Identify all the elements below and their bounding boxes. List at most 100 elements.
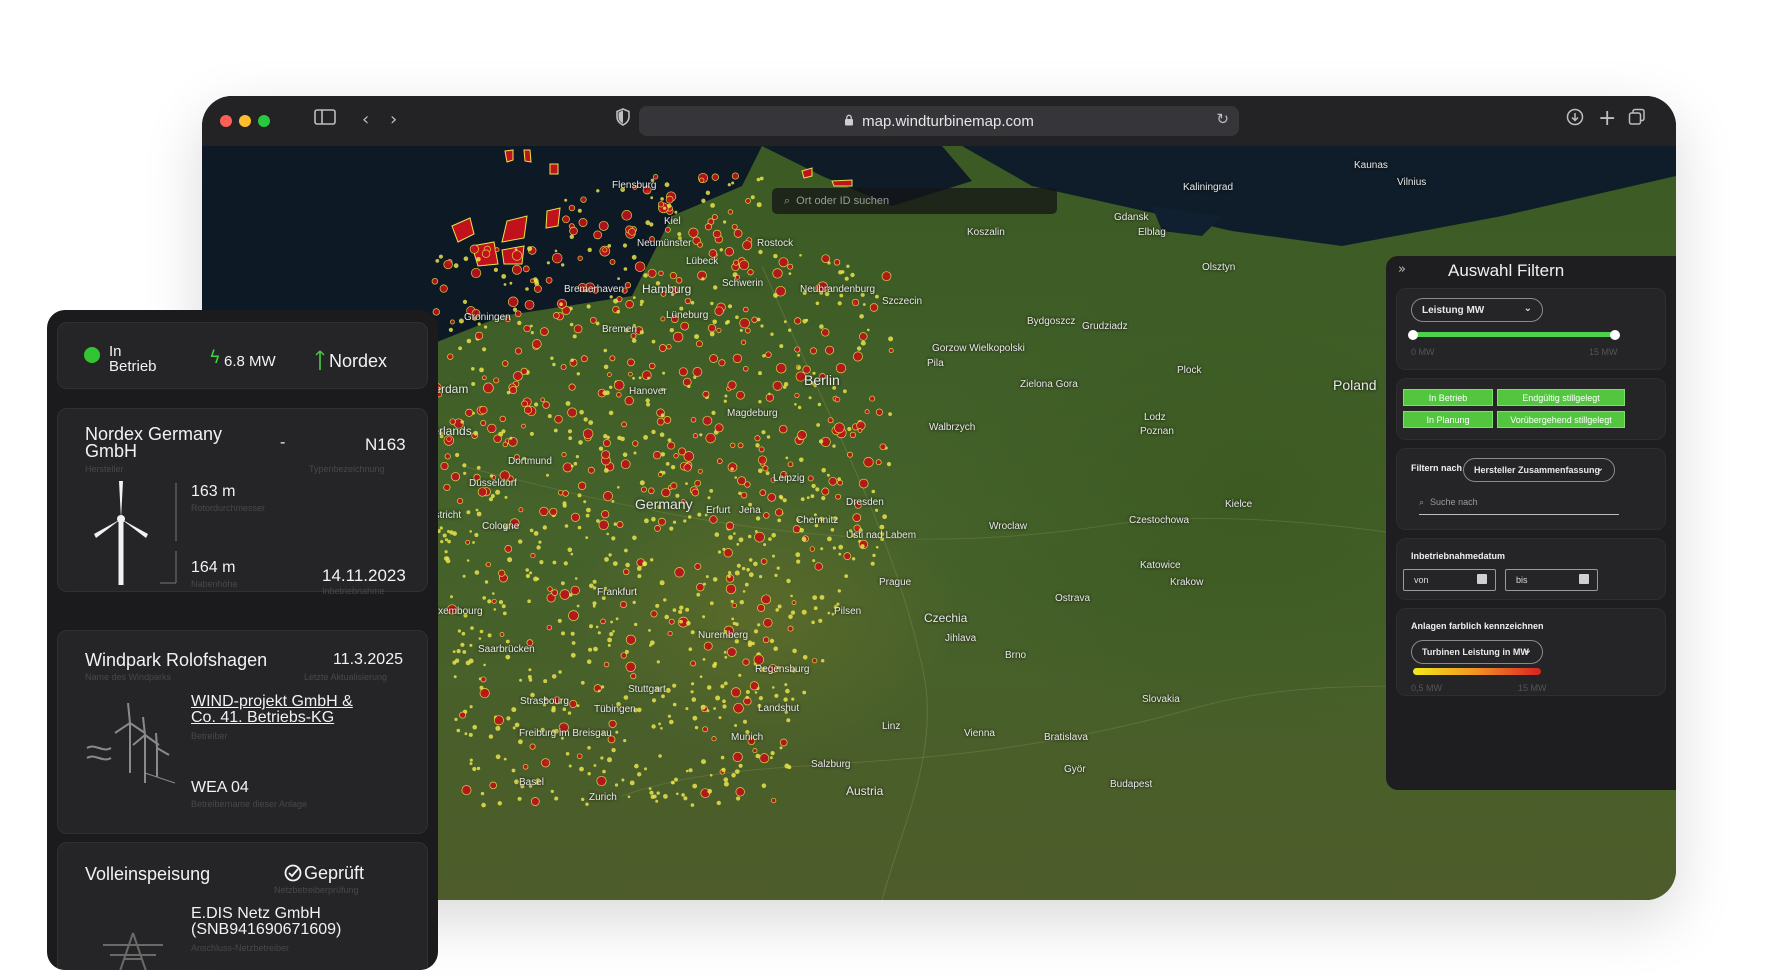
turbine-marker[interactable]	[587, 746, 591, 750]
turbine-marker[interactable]	[493, 715, 504, 726]
turbine-marker[interactable]	[627, 795, 631, 799]
turbine-marker[interactable]	[543, 679, 548, 684]
turbine-marker[interactable]	[609, 355, 616, 362]
turbine-marker[interactable]	[772, 268, 783, 279]
turbine-marker[interactable]	[554, 249, 558, 253]
turbine-marker[interactable]	[520, 367, 528, 375]
turbine-marker[interactable]	[439, 284, 448, 293]
turbine-marker[interactable]	[815, 487, 820, 492]
turbine-marker[interactable]	[674, 210, 678, 214]
turbine-marker[interactable]	[622, 452, 628, 458]
turbine-marker[interactable]	[506, 716, 511, 721]
turbine-marker[interactable]	[738, 673, 742, 677]
turbine-marker[interactable]	[588, 647, 593, 652]
turbine-marker[interactable]	[616, 521, 624, 529]
turbine-marker[interactable]	[552, 362, 556, 367]
turbine-marker[interactable]	[656, 417, 665, 426]
turbine-marker[interactable]	[665, 687, 671, 693]
turbine-marker[interactable]	[792, 648, 797, 654]
turbine-marker[interactable]	[825, 345, 835, 355]
turbine-marker[interactable]	[487, 599, 492, 604]
turbine-marker[interactable]	[632, 600, 636, 605]
reload-icon[interactable]: ↻	[1216, 110, 1229, 128]
turbine-marker[interactable]	[830, 528, 835, 532]
turbine-marker[interactable]	[498, 600, 504, 605]
turbine-marker[interactable]	[707, 496, 711, 500]
turbine-marker[interactable]	[669, 272, 677, 280]
turbine-marker[interactable]	[714, 532, 720, 537]
turbine-marker[interactable]	[558, 670, 562, 674]
turbine-marker[interactable]	[779, 738, 788, 747]
turbine-marker[interactable]	[838, 544, 844, 550]
turbine-marker[interactable]	[668, 618, 675, 625]
turbine-marker[interactable]	[611, 500, 615, 503]
turbine-marker[interactable]	[493, 608, 497, 611]
turbine-marker[interactable]	[834, 396, 841, 403]
status-in-planung-button[interactable]: In Planung	[1403, 411, 1493, 428]
turbine-marker[interactable]	[730, 467, 734, 471]
turbine-marker[interactable]	[561, 631, 565, 636]
turbine-marker[interactable]	[879, 443, 887, 451]
turbine-marker[interactable]	[625, 634, 636, 645]
turbine-marker[interactable]	[658, 344, 667, 352]
turbine-marker[interactable]	[469, 758, 473, 762]
turbine-marker[interactable]	[706, 685, 712, 690]
turbine-marker[interactable]	[678, 609, 683, 614]
turbine-marker[interactable]	[742, 240, 753, 251]
turbine-marker[interactable]	[695, 340, 703, 348]
turbine-marker[interactable]	[511, 707, 517, 713]
turbine-marker[interactable]	[758, 446, 765, 453]
turbine-marker[interactable]	[787, 461, 794, 468]
address-bar[interactable]: map.windturbinemap.com ↻	[639, 106, 1239, 136]
turbine-marker[interactable]	[488, 734, 494, 739]
turbine-marker[interactable]	[850, 272, 855, 278]
turbine-marker[interactable]	[783, 697, 788, 702]
turbine-marker[interactable]	[462, 463, 467, 468]
turbine-marker[interactable]	[838, 552, 842, 556]
turbine-marker[interactable]	[611, 536, 616, 541]
turbine-marker[interactable]	[519, 678, 523, 682]
turbine-marker[interactable]	[552, 312, 560, 319]
turbine-marker[interactable]	[775, 508, 784, 517]
turbine-marker[interactable]	[797, 366, 801, 370]
turbine-marker[interactable]	[616, 310, 620, 314]
turbine-marker[interactable]	[667, 630, 673, 637]
turbine-marker[interactable]	[663, 416, 672, 424]
turbine-marker[interactable]	[650, 558, 654, 562]
turbine-marker[interactable]	[800, 497, 805, 502]
turbine-marker[interactable]	[474, 570, 480, 575]
turbine-marker[interactable]	[449, 319, 455, 325]
turbine-marker[interactable]	[482, 347, 487, 352]
turbine-marker[interactable]	[570, 552, 574, 556]
turbine-marker[interactable]	[711, 214, 718, 221]
turbine-marker[interactable]	[779, 344, 784, 349]
turbine-marker[interactable]	[540, 397, 546, 403]
turbine-marker[interactable]	[578, 218, 588, 227]
turbine-marker[interactable]	[821, 487, 830, 496]
turbine-marker[interactable]	[888, 348, 894, 353]
date-to-input[interactable]: bis	[1505, 569, 1598, 591]
turbine-marker[interactable]	[468, 658, 474, 664]
turbine-marker[interactable]	[497, 801, 502, 806]
turbine-marker[interactable]	[603, 348, 608, 353]
turbine-marker[interactable]	[886, 462, 892, 467]
turbine-marker[interactable]	[837, 477, 841, 481]
turbine-marker[interactable]	[607, 244, 612, 248]
turbine-marker[interactable]	[431, 278, 439, 285]
turbine-marker[interactable]	[837, 301, 842, 306]
turbine-marker[interactable]	[576, 372, 580, 376]
turbine-marker[interactable]	[843, 552, 852, 560]
turbine-marker[interactable]	[514, 722, 520, 728]
turbine-marker[interactable]	[820, 547, 824, 551]
turbine-marker[interactable]	[827, 536, 832, 542]
turbine-marker[interactable]	[692, 715, 698, 721]
turbine-marker[interactable]	[858, 478, 869, 489]
turbine-marker[interactable]	[469, 705, 473, 709]
turbine-marker[interactable]	[660, 452, 666, 457]
turbine-marker[interactable]	[659, 580, 665, 586]
turbine-marker[interactable]	[481, 249, 491, 258]
turbine-marker[interactable]	[447, 539, 451, 544]
turbine-marker[interactable]	[857, 428, 863, 433]
turbine-marker[interactable]	[837, 479, 843, 486]
turbine-marker[interactable]	[785, 688, 790, 694]
